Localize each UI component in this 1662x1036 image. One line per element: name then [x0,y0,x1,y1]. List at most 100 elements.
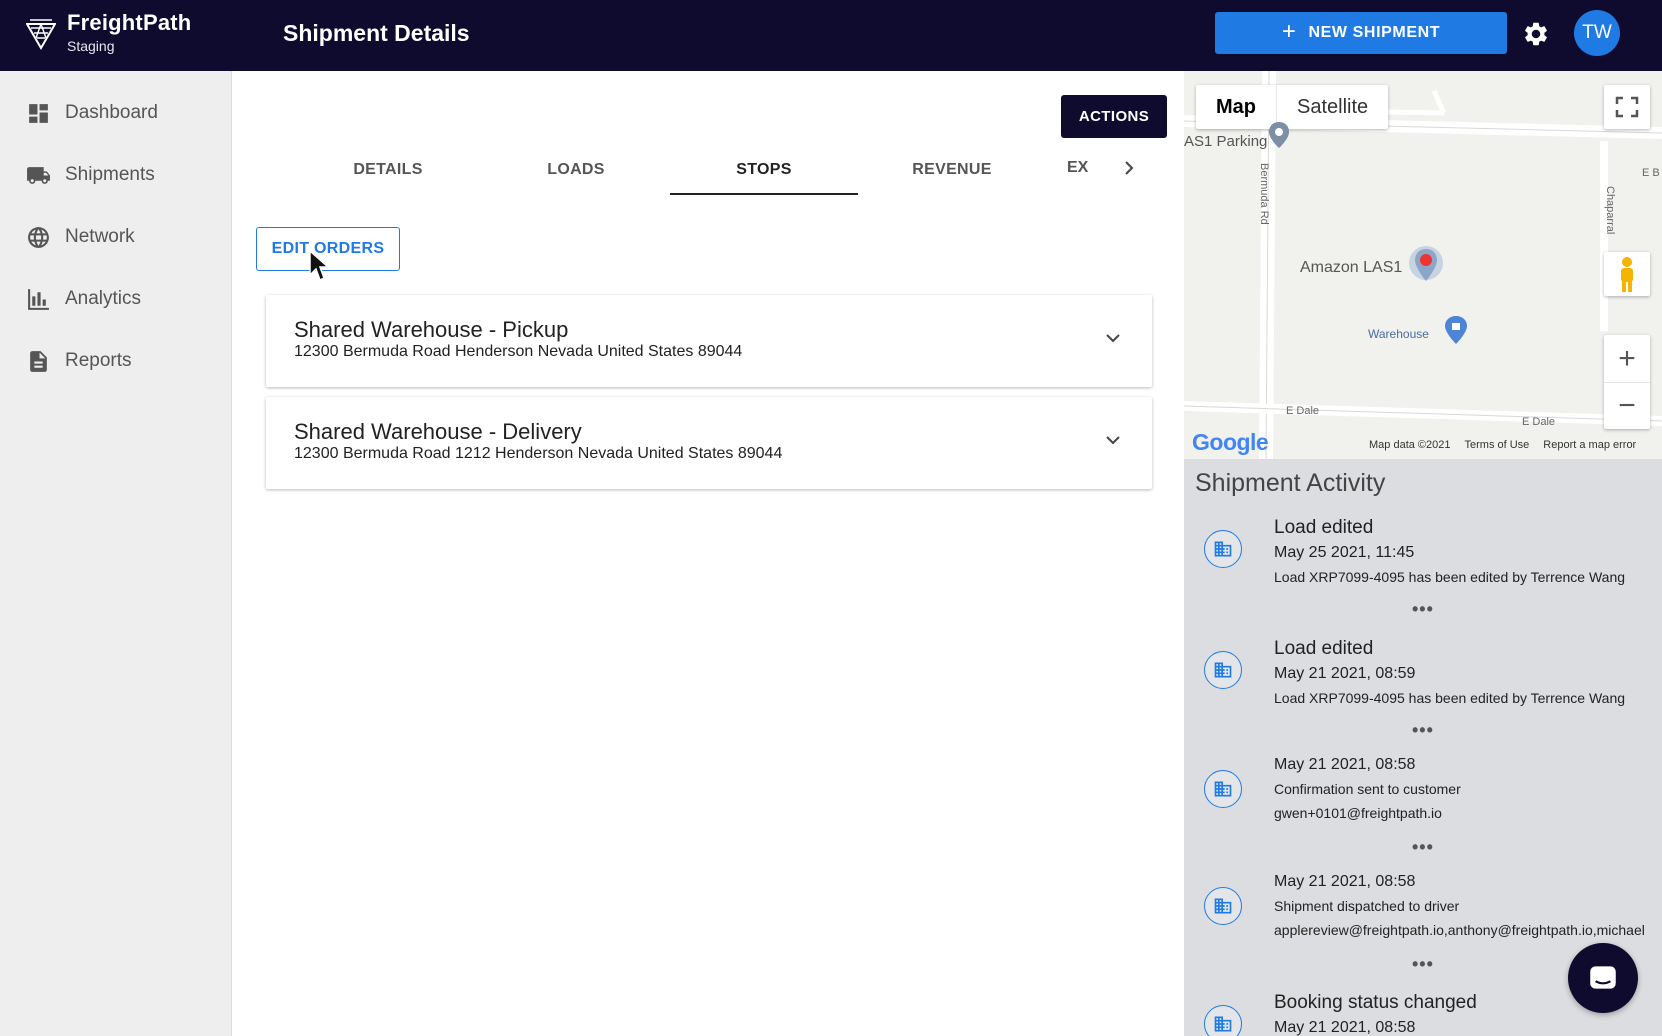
stop-address: 12300 Bermuda Road Henderson Nevada Unit… [294,343,743,360]
building-icon [1204,530,1242,568]
gear-icon[interactable] [1522,20,1550,48]
user-avatar[interactable]: TW [1574,10,1620,56]
stop-title: Shared Warehouse - Delivery [294,419,582,444]
sidebar-item-label: Analytics [65,288,142,309]
map-label-e-dale-1: E Dale [1286,405,1320,417]
dashboard-icon [29,103,48,123]
activity-title: Shipment Activity [1195,469,1386,497]
globe-icon [28,226,49,248]
tab-details[interactable]: DETAILS [294,151,482,195]
sidebar-item-label: Network [65,226,135,247]
stop-address: 12300 Bermuda Road 1212 Henderson Nevada… [294,445,783,462]
zoom-in-button[interactable]: + [1604,335,1650,382]
activity-heading: Load edited [1274,517,1374,538]
sidebar-item-label: Shipments [65,164,155,185]
stop-card-delivery[interactable]: Shared Warehouse - Delivery 12300 Bermud… [266,397,1152,489]
stop-card-pickup[interactable]: Shared Warehouse - Pickup 12300 Bermuda … [266,295,1152,387]
sidebar-item-label: Dashboard [65,102,158,123]
map-data-credit: Map data ©2021 [1369,439,1451,451]
activity-entry: Booking status changed May 21 2021, 08:5… [1274,990,1477,1036]
activity-date: May 25 2021, 11:45 [1274,544,1415,561]
sidebar-item-reports[interactable]: Reports [26,346,132,376]
sidebar-item-analytics[interactable]: Analytics [26,284,141,314]
activity-entry: Load edited May 25 2021, 11:45 Load XRP7… [1274,515,1625,589]
document-icon [30,350,47,372]
brand-name: FreightPath [67,10,192,35]
map-type-map[interactable]: Map [1196,85,1276,129]
activity-detail: Shipment dispatched to driver [1274,898,1460,914]
activity-detail: Load XRP7099-4095 has been edited by Ter… [1274,569,1626,585]
google-logo-text: Google [1192,429,1269,455]
sidebar: Dashboard Shipments Network Analytics Re… [0,71,232,1036]
actions-button[interactable]: ACTIONS [1061,95,1167,138]
activity-entry: May 21 2021, 08:58 Confirmation sent to … [1274,753,1461,825]
mouse-cursor-icon [309,249,330,282]
brand[interactable]: FreightPath Staging [67,10,191,54]
map-label-amazon: Amazon LAS1 [1300,259,1403,276]
fullscreen-button[interactable] [1604,85,1650,129]
new-shipment-button[interactable]: + NEW SHIPMENT [1215,12,1507,54]
fullscreen-icon [1615,96,1639,118]
map-label-parking: AS1 Parking [1184,133,1268,150]
chevron-down-icon[interactable] [1104,433,1122,447]
activity-email: gwen+0101@freightpath.io [1274,805,1442,821]
stop-title: Shared Warehouse - Pickup [294,317,569,342]
terms-link[interactable]: Terms of Use [1465,439,1530,451]
pegman-icon [1621,257,1633,292]
sidebar-item-shipments[interactable]: Shipments [26,160,155,190]
warehouse-pin-icon [1445,316,1467,344]
sidebar-item-dashboard[interactable]: Dashboard [26,98,158,128]
activity-detail: Load XRP7099-4095 has been edited by Ter… [1274,690,1626,706]
map-type-toggle: Map Satellite [1196,85,1389,129]
building-icon [1204,1005,1242,1036]
page-title: Shipment Details [283,20,470,46]
freightpath-logo-icon[interactable] [26,16,56,50]
map-label-warehouse: Warehouse [1368,327,1429,341]
chat-launcher-button[interactable] [1568,943,1638,1013]
chevron-right-icon[interactable] [1120,157,1138,179]
activity-drivers: applereview@freightpath.io,anthony@freig… [1274,922,1645,938]
report-error-link[interactable]: Report a map error [1543,439,1636,451]
environment-label: Staging [67,38,115,54]
building-icon [1204,651,1242,689]
tab-loads[interactable]: LOADS [482,151,670,195]
activity-date: May 21 2021, 08:58 [1274,756,1416,773]
more-dots: ••• [1412,720,1434,740]
activity-heading: Booking status changed [1274,992,1477,1013]
building-icon [1204,770,1242,808]
activity-entry: Load edited May 21 2021, 08:59 Load XRP7… [1274,636,1625,710]
tab-stops[interactable]: STOPS [670,151,858,195]
map-label-e-b: E B [1642,167,1660,179]
tab-revenue[interactable]: REVENUE [858,151,1046,195]
new-shipment-label: NEW SHIPMENT [1308,24,1441,41]
tab-overflow[interactable]: EX [1067,159,1088,177]
map-label-chaparral: Chaparral [1604,186,1616,235]
map-footer: Map data ©2021 Terms of Use Report a map… [1369,439,1636,451]
activity-detail: Confirmation sent to customer [1274,781,1461,797]
activity-date: May 21 2021, 08:58 [1274,1019,1416,1036]
activity-heading: Load edited [1274,638,1374,659]
map[interactable]: Map Satellite AS1 Parking Amazon LAS1 Wa… [1184,71,1662,459]
truck-icon [27,166,50,184]
zoom-control: + − [1604,335,1650,429]
google-logo[interactable]: Google [1192,429,1269,456]
zoom-out-button[interactable]: − [1604,382,1650,429]
plus-icon: + [1281,18,1297,45]
top-bar: FreightPath Staging Shipment Details + N… [0,0,1662,71]
more-dots: ••• [1412,599,1434,619]
sidebar-item-network[interactable]: Network [26,222,135,252]
bar-chart-icon [28,288,49,310]
map-label-bermuda-rd: Bermuda Rd [1258,163,1270,225]
activity-entry: May 21 2021, 08:58 Shipment dispatched t… [1274,870,1645,942]
more-dots: ••• [1412,837,1434,857]
map-type-satellite[interactable]: Satellite [1276,85,1388,129]
chat-icon [1590,966,1616,989]
activity-date: May 21 2021, 08:58 [1274,873,1416,890]
more-dots: ••• [1412,954,1434,974]
chevron-down-icon[interactable] [1104,331,1122,345]
main-content: ACTIONS DETAILS LOADS STOPS REVENUE EX E… [232,71,1184,1036]
building-icon [1204,887,1242,925]
location-marker-icon [1409,246,1443,281]
street-view-pegman[interactable] [1604,252,1650,296]
sidebar-item-label: Reports [65,350,132,371]
